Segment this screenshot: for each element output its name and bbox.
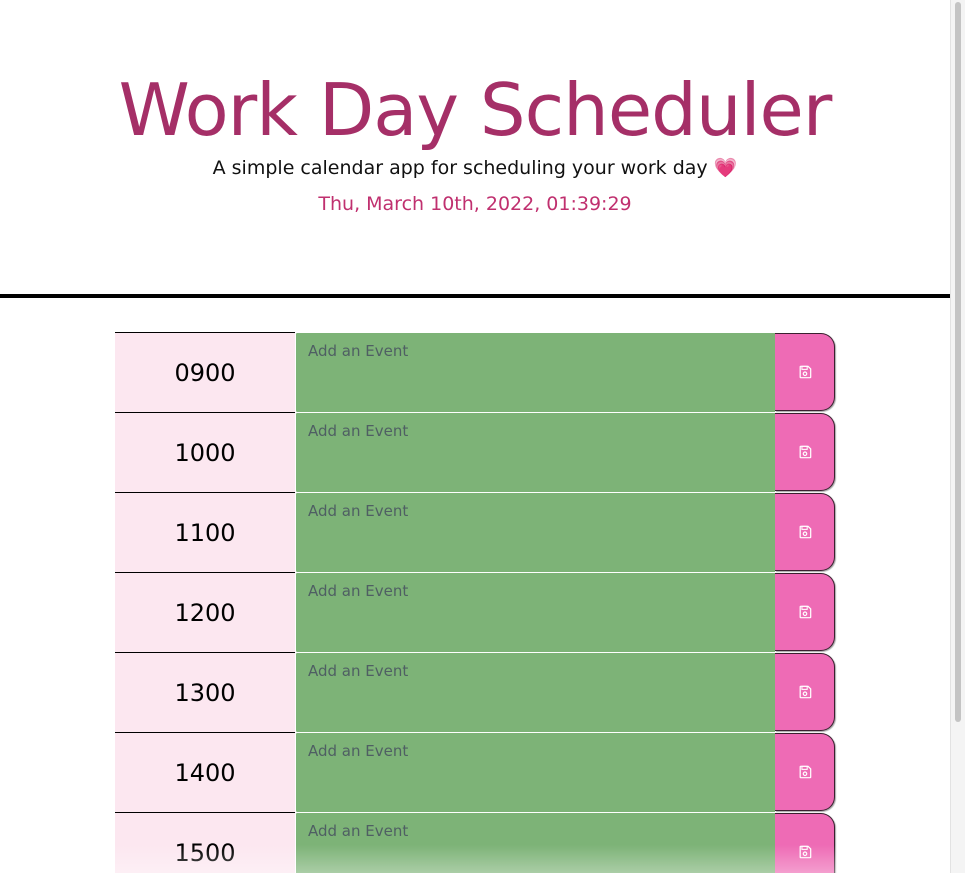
hour-label: 1000 — [115, 412, 295, 492]
hour-label: 1500 — [115, 812, 295, 873]
event-input[interactable] — [295, 332, 775, 412]
hour-label: 1100 — [115, 492, 295, 572]
time-block-row: 1000 — [115, 412, 835, 492]
save-button[interactable] — [775, 733, 835, 811]
event-input[interactable] — [295, 652, 775, 732]
event-input[interactable] — [295, 492, 775, 572]
page-title: Work Day Scheduler — [118, 68, 833, 152]
lead-text: A simple calendar app for scheduling you… — [212, 157, 708, 179]
jumbotron-header: Work Day Scheduler A simple calendar app… — [0, 0, 950, 295]
save-button[interactable] — [775, 493, 835, 571]
event-input[interactable] — [295, 412, 775, 492]
hour-label: 0900 — [115, 332, 295, 412]
heart-emoji: 💗 — [713, 157, 738, 179]
save-button[interactable] — [775, 813, 835, 873]
event-input[interactable] — [295, 732, 775, 812]
header-divider — [0, 294, 950, 298]
page: Work Day Scheduler A simple calendar app… — [0, 0, 950, 873]
hour-label: 1400 — [115, 732, 295, 812]
floppy-disk-icon — [799, 525, 811, 539]
current-date: Thu, March 10th, 2022, 01:39:29 — [318, 193, 632, 215]
time-block-row: 0900 — [115, 332, 835, 412]
hour-label: 1300 — [115, 652, 295, 732]
event-input[interactable] — [295, 572, 775, 652]
save-button[interactable] — [775, 573, 835, 651]
floppy-disk-icon — [799, 845, 811, 859]
page-scrollbar[interactable] — [950, 0, 965, 873]
event-input[interactable] — [295, 812, 775, 873]
scrollbar-thumb[interactable] — [955, 2, 961, 722]
floppy-disk-icon — [799, 605, 811, 619]
floppy-disk-icon — [799, 765, 811, 779]
page-lead: A simple calendar app for scheduling you… — [0, 154, 950, 182]
time-block-row: 1300 — [115, 652, 835, 732]
time-block-row: 1200 — [115, 572, 835, 652]
time-block-row: 1400 — [115, 732, 835, 812]
time-block-row: 1500 — [115, 812, 835, 873]
floppy-disk-icon — [799, 445, 811, 459]
save-button[interactable] — [775, 653, 835, 731]
floppy-disk-icon — [799, 685, 811, 699]
save-button[interactable] — [775, 333, 835, 411]
time-block-row: 1100 — [115, 492, 835, 572]
time-block-list: 0900 1000 1100 1200 — [115, 332, 835, 873]
save-button[interactable] — [775, 413, 835, 491]
floppy-disk-icon — [799, 365, 811, 379]
hour-label: 1200 — [115, 572, 295, 652]
